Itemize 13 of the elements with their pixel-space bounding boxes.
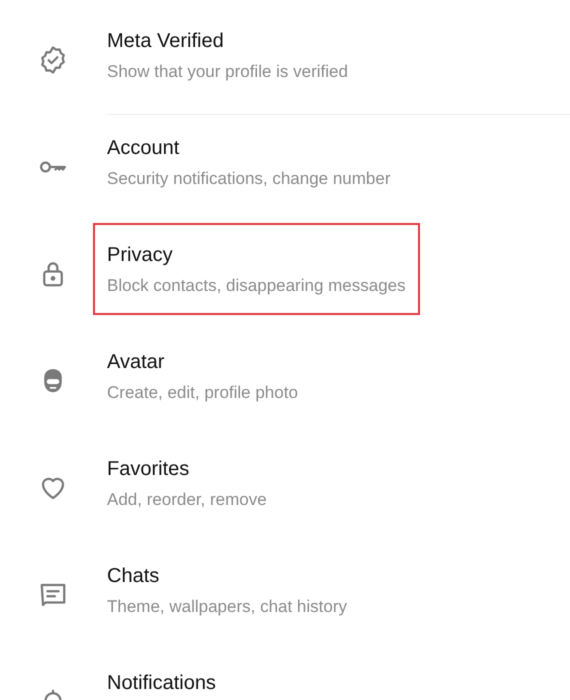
setting-title[interactable]: Account [107, 137, 390, 160]
setting-description: Block contacts, disappearing messages [107, 276, 406, 296]
setting-title[interactable]: Favorites [107, 458, 267, 481]
setting-title[interactable]: Privacy [107, 244, 406, 267]
setting-description: Security notifications, change number [107, 169, 390, 189]
setting-title[interactable]: Avatar [107, 351, 298, 374]
setting-title[interactable]: Notifications [107, 672, 216, 695]
setting-description: Theme, wallpapers, chat history [107, 597, 347, 617]
setting-description: Show that your profile is verified [107, 62, 348, 82]
setting-title[interactable]: Meta Verified [107, 30, 348, 53]
setting-description: Add, reorder, remove [107, 490, 267, 510]
setting-title[interactable]: Chats [107, 565, 347, 588]
setting-description: Create, edit, profile photo [107, 383, 298, 403]
